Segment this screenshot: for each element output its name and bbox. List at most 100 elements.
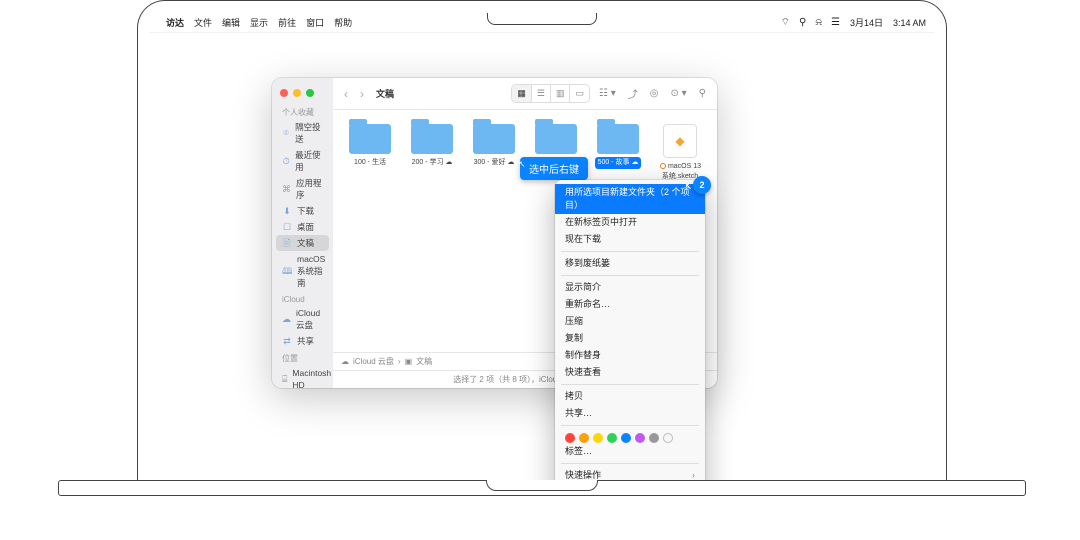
folder-icon [597, 124, 639, 154]
cloud-icon: ☁ [341, 357, 349, 366]
menu-go[interactable]: 前往 [278, 16, 296, 29]
laptop-frame: 访达 文件 编辑 显示 前往 窗口 帮助 ⌔ ⚲ ⍾ ☰ 3月14日 3:14 … [137, 0, 947, 480]
tag-gray[interactable] [649, 433, 659, 443]
sidebar-item-icloud[interactable]: ☁iCloud 云盘 [272, 305, 333, 333]
sidebar-item-label: 桌面 [297, 221, 314, 233]
sidebar: 个人收藏 ⌾隔空投送 ⏱最近使用 ⌘应用程序 ⬇下载 ☐桌面 🗎文稿 🕮macO… [272, 78, 333, 388]
ctx-get-info[interactable]: 显示简介 [555, 279, 705, 296]
tag-red[interactable] [565, 433, 575, 443]
folder-item-selected[interactable]: 500 - 故事 ☁︎ [593, 124, 643, 169]
ctx-tags[interactable]: 标签… [555, 443, 705, 460]
window-title: 文稿 [376, 87, 394, 100]
instruction-tooltip: 选中后右键 [520, 157, 588, 180]
ctx-compress[interactable]: 压缩 [555, 313, 705, 330]
sidebar-item-label: macOS 系统指南 [297, 253, 325, 289]
folder-icon [411, 124, 453, 154]
ctx-new-folder-from-selection[interactable]: 用所选项目新建文件夹（2 个项目） [555, 184, 705, 214]
ctx-copy[interactable]: 拷贝 [555, 388, 705, 405]
path-segment[interactable]: iCloud 云盘 [353, 356, 394, 367]
close-button[interactable] [280, 89, 288, 97]
group-by-icon[interactable]: ☷ ▾ [596, 88, 619, 99]
view-list-icon[interactable]: ☰ [532, 85, 551, 102]
path-segment[interactable]: 文稿 [416, 356, 432, 367]
ctx-tag-colors[interactable] [555, 429, 705, 443]
tag-blue[interactable] [621, 433, 631, 443]
ctx-quick-actions[interactable]: 快速操作› [555, 467, 705, 480]
sidebar-item-documents[interactable]: 🗎文稿 [276, 235, 329, 251]
file-item[interactable]: macOS 13 系统.sketch [655, 124, 705, 183]
menu-help[interactable]: 帮助 [334, 16, 352, 29]
sidebar-item-label: 共享 [297, 335, 314, 347]
tag-none[interactable] [663, 433, 673, 443]
view-icon-icon[interactable]: ▦ [512, 85, 532, 102]
sidebar-item-recents[interactable]: ⏱最近使用 [272, 147, 333, 175]
chevron-right-icon: › [692, 469, 695, 480]
tag-green[interactable] [607, 433, 617, 443]
file-label: 100 - 生活 [352, 157, 388, 169]
view-column-icon[interactable]: ▥ [551, 85, 571, 102]
sidebar-item-label: 应用程序 [296, 177, 323, 201]
share-icon[interactable]: ⤴ [625, 86, 641, 101]
menu-separator [561, 425, 699, 426]
sidebar-item-guide[interactable]: 🕮macOS 系统指南 [272, 251, 333, 291]
tags-icon[interactable]: ◎ [647, 88, 662, 99]
folder-item[interactable]: 100 - 生活 [345, 124, 395, 169]
sidebar-item-label: 隔空投送 [295, 121, 323, 145]
menu-separator [561, 384, 699, 385]
search-icon[interactable]: ⚲ [696, 88, 709, 99]
folder-item[interactable]: 200 - 学习 ☁︎ [407, 124, 457, 169]
ctx-duplicate[interactable]: 复制 [555, 330, 705, 347]
folder-icon [535, 124, 577, 154]
ctx-move-to-trash[interactable]: 移到废纸篓 [555, 255, 705, 272]
zoom-button[interactable] [306, 89, 314, 97]
sidebar-item-downloads[interactable]: ⬇下载 [272, 203, 333, 219]
forward-button[interactable]: › [357, 87, 367, 101]
sidebar-item-desktop[interactable]: ☐桌面 [272, 219, 333, 235]
screen: 访达 文件 编辑 显示 前往 窗口 帮助 ⌔ ⚲ ⍾ ☰ 3月14日 3:14 … [150, 13, 934, 480]
chevron-right-icon: › [398, 357, 401, 366]
spotlight-icon[interactable]: ⚲ [799, 17, 806, 28]
actions-icon[interactable]: ⊙ ▾ [667, 88, 689, 99]
window-controls [272, 84, 333, 103]
sidebar-item-macintosh-hd[interactable]: ⌸Macintosh HD [272, 365, 333, 388]
sidebar-item-apps[interactable]: ⌘应用程序 [272, 175, 333, 203]
folder-mini-icon: ▣ [405, 357, 413, 366]
view-segmented-control[interactable]: ▦ ☰ ▥ ▭ [511, 84, 590, 103]
menu-window[interactable]: 窗口 [306, 16, 324, 29]
menubar-app-name[interactable]: 访达 [166, 16, 184, 29]
folder-item[interactable]: 300 - 爱好 ☁︎ [469, 124, 519, 169]
sidebar-section-locations: 位置 [272, 349, 333, 365]
user-switch-icon[interactable]: ⍾ [815, 17, 822, 28]
sidebar-item-label: 最近使用 [295, 149, 323, 173]
menubar-date[interactable]: 3月14日 [850, 16, 883, 29]
toolbar: ‹ › 文稿 ▦ ☰ ▥ ▭ ☷ ▾ ⤴ ◎ ⊙ ▾ ⚲ [333, 78, 717, 110]
tag-purple[interactable] [635, 433, 645, 443]
ctx-download-now[interactable]: 现在下载 [555, 231, 705, 248]
minimize-button[interactable] [293, 89, 301, 97]
menu-view[interactable]: 显示 [250, 16, 268, 29]
control-center-icon[interactable]: ☰ [831, 17, 840, 28]
tag-orange[interactable] [579, 433, 589, 443]
menu-file[interactable]: 文件 [194, 16, 212, 29]
folder-icon [349, 124, 391, 154]
tag-yellow[interactable] [593, 433, 603, 443]
ctx-open-new-tab[interactable]: 在新标签页中打开 [555, 214, 705, 231]
ctx-quick-look[interactable]: 快速查看 [555, 364, 705, 381]
file-label: 300 - 爱好 ☁︎ [472, 157, 517, 169]
menu-edit[interactable]: 编辑 [222, 16, 240, 29]
sidebar-item-label: iCloud 云盘 [296, 307, 323, 331]
ctx-share[interactable]: 共享… [555, 405, 705, 422]
menubar-time[interactable]: 3:14 AM [893, 18, 926, 28]
back-button[interactable]: ‹ [341, 87, 351, 101]
menu-separator [561, 463, 699, 464]
ctx-rename[interactable]: 重新命名… [555, 296, 705, 313]
sidebar-item-shared[interactable]: ⇄共享 [272, 333, 333, 349]
wifi-icon[interactable]: ⌔ [781, 16, 790, 29]
sidebar-item-label: 文稿 [297, 237, 314, 249]
file-label: 500 - 故事 ☁︎ [595, 157, 642, 169]
sidebar-item-airdrop[interactable]: ⌾隔空投送 [272, 119, 333, 147]
view-gallery-icon[interactable]: ▭ [570, 85, 589, 102]
sidebar-section-personal: 个人收藏 [272, 103, 333, 119]
ctx-make-alias[interactable]: 制作替身 [555, 347, 705, 364]
sidebar-item-label: Macintosh HD [292, 367, 331, 388]
